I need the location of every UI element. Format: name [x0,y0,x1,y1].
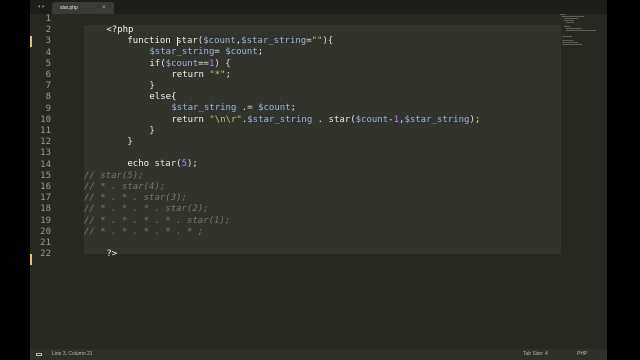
recursive-call: . star( [312,115,356,125]
minimap-line [562,40,574,41]
line-number: 9 [45,104,51,114]
tab-bar: ◂▸ star.php × [30,0,607,14]
code-line-13: echo star(5); [84,148,197,169]
code-line-7: else{ [106,81,176,102]
code-line-3: $star_string= $count; [106,36,263,57]
minimap-line [562,36,572,37]
line-number: 11 [40,126,51,136]
line-number: 10 [40,115,51,125]
empty-string: "" [311,36,323,46]
tab-title: star.php [60,5,78,11]
line-number: 18 [40,204,51,214]
code-line-2: function star($count,$star_string=""){ [84,25,333,46]
line-number: 2 [45,25,51,35]
minimap-line [564,18,578,19]
line-number: 22 [40,249,51,259]
minimap-line [564,26,570,27]
string-star: "*" [203,70,226,80]
minimap[interactable] [560,14,604,54]
line-number: 8 [45,92,51,102]
comment-line-16: // * . star(4); [84,182,166,192]
tab-nav-arrows-icon[interactable]: ◂▸ [37,3,46,11]
code-line-10: } [106,115,154,136]
code-line-9: return "\n\r".$star_string . star($count… [128,104,480,125]
minimap-line [562,16,584,17]
tab-size-selector[interactable]: Tab Size: 4 [523,349,548,360]
minimap-line [566,30,596,31]
line-number: 7 [45,81,51,91]
minimap-line [562,42,578,43]
line-number: 15 [40,171,51,181]
minimap-line [566,28,582,29]
line-number: 17 [40,193,51,203]
line-number-gutter: 1 2 3 4 5 6 7 8 9 10 11 12 13 14 15 16 1… [30,14,52,350]
minimap-line [560,14,566,15]
syntax-selector[interactable]: PHP [577,349,587,360]
php-close-tag: ?> [106,249,118,259]
code-line-8: $star_string .= $count; [128,92,296,113]
paren-semicolon: ); [186,159,198,169]
line-number: 5 [45,59,51,69]
code-line-5: return "*"; [128,59,231,80]
minimap-line [564,20,574,21]
line-number: 14 [40,160,51,170]
paren-semicolon: ); [469,115,481,125]
comment-line-15: // star(5); [84,171,144,181]
closing-brace: } [149,126,155,136]
line-number: 3 [45,36,51,46]
code-line-21: ?> [63,238,117,259]
semicolon: ; [257,47,264,57]
editor-window: ◂▸ star.php × 1 2 3 4 5 6 7 8 9 10 11 12… [30,0,607,360]
panel-toggle-icon[interactable] [36,353,42,356]
keyword-return: return [171,70,204,80]
closing-brace: } [127,137,133,147]
cursor-position: Line 3, Column 21 [52,351,93,357]
code-line-6: } [106,70,154,91]
code-area[interactable]: <?php function star($count,$star_string=… [63,14,603,350]
var-star-string: $star_string [404,115,470,125]
paren-brace: ){ [322,36,334,46]
line-number: 6 [45,70,51,80]
var-star-string: $star_string [247,115,313,125]
var-count: $count [355,115,389,125]
comment-line-20: // * . * . * . * . * ; [84,227,204,237]
line-number: 4 [45,48,51,58]
keyword-return: return [171,115,204,125]
code-line-11: } [84,126,132,147]
tab-close-icon[interactable]: × [102,4,106,12]
string-newline: "\n\r" [203,115,242,125]
keyword-echo: echo [127,159,150,169]
comment-line-17: // * . * . star(3); [84,193,187,203]
code-line-4: if($count==1) { [106,48,230,69]
text-caret [177,37,178,46]
line-number: 20 [40,227,51,237]
minimap-line [566,22,574,23]
comment-line-18: // * . * . * . star(2); [84,204,209,214]
line-number: 21 [40,238,51,248]
line-number: 13 [40,148,51,158]
function-call: star( [149,159,182,169]
line-number: 1 [45,14,51,24]
code-line-1: <?php [63,14,133,35]
screen: ◂▸ star.php × 1 2 3 4 5 6 7 8 9 10 11 12… [0,0,640,360]
line-number: 16 [40,182,51,192]
line-number: 19 [40,216,51,226]
minimap-line [562,44,582,45]
semicolon: ; [225,70,231,80]
status-bar: Line 3, Column 21 Tab Size: 4 PHP [30,349,607,360]
comment-line-19: // * . * . * . * . star(1); [84,216,231,226]
line-number: 12 [40,137,51,147]
